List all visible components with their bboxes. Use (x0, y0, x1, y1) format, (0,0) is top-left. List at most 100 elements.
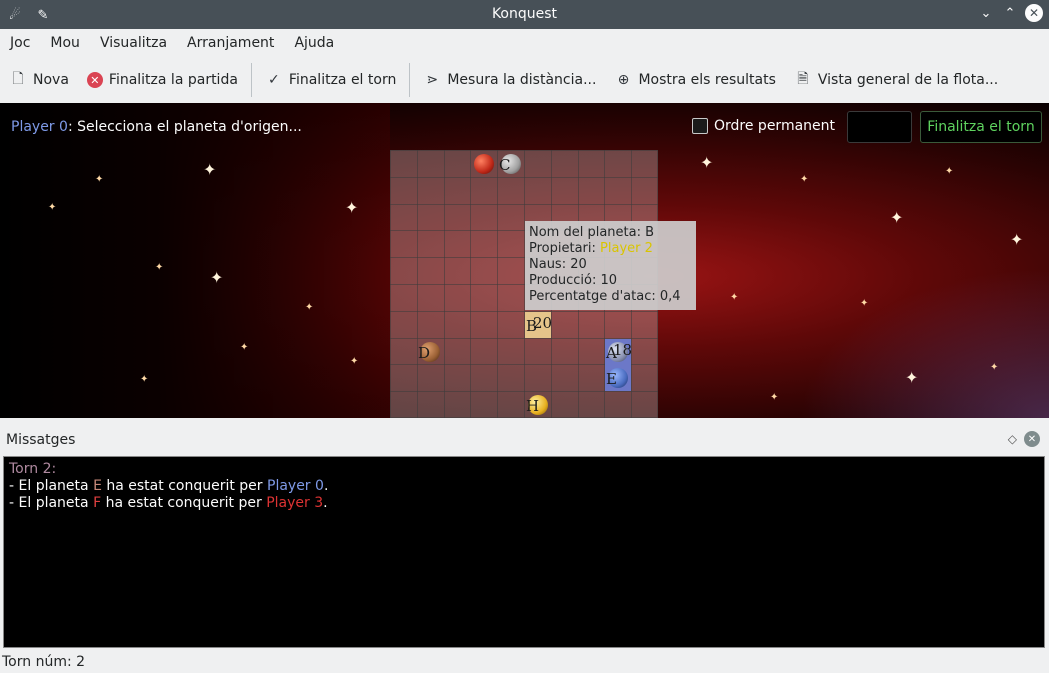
permanent-order-checkbox[interactable] (692, 118, 708, 134)
new-game-label: Nova (33, 72, 69, 88)
planet-b[interactable]: B 20 (525, 312, 553, 338)
star: ✦ (990, 362, 999, 373)
status-bar-turn: Torn núm: 2 (2, 654, 86, 670)
message-line: - El planeta F ha estat conquerit per Pl… (9, 495, 1039, 512)
message-text: - El planeta (9, 478, 94, 494)
float-dock-icon[interactable]: ◇ (1008, 432, 1017, 446)
measure-distance-button[interactable]: ⋗ Mesura la distància... (414, 63, 605, 97)
window-titlebar: ☄ ✎ Konquest ⌄ ⌃ ✕ (0, 0, 1049, 29)
planet-c[interactable]: C (498, 151, 524, 177)
grid-line (390, 204, 658, 205)
menu-ajuda[interactable]: Ajuda (284, 29, 344, 57)
tooltip-owner-label: Propietari: (529, 241, 601, 256)
end-turn-toolbar-button[interactable]: ✓ Finalitza el torn (256, 63, 405, 97)
star: ✦ (345, 198, 359, 217)
planet-h[interactable]: H (525, 392, 551, 418)
maximize-icon[interactable]: ⌃ (1001, 4, 1019, 22)
messages-dock-header: Missatges ◇ ✕ (0, 426, 1049, 454)
tooltip-planet-name: Nom del planeta: B (529, 225, 655, 240)
message-text: - El planeta (9, 495, 94, 511)
minimize-icon[interactable]: ⌄ (977, 4, 995, 22)
prompt-instruction: : Selecciona el planeta d'origen... (67, 119, 302, 135)
planet-name: D (418, 344, 431, 362)
star: ✦ (800, 174, 809, 185)
end-game-label: Finalitza la partida (108, 72, 238, 88)
close-dock-button[interactable]: ✕ (1024, 431, 1040, 447)
message-text: . (323, 478, 329, 494)
permanent-order-label: Ordre permanent (714, 118, 836, 134)
ships-count-input[interactable] (847, 111, 912, 143)
star: ✦ (1010, 230, 1024, 249)
star: ✦ (860, 298, 869, 309)
stop-icon: ✕ (86, 72, 103, 88)
planet-orb (474, 154, 494, 174)
tooltip-production: Producció: 10 (529, 273, 618, 288)
game-header: Player 0: Selecciona el planeta d'origen… (0, 103, 1049, 149)
end-turn-toolbar-label: Finalitza el torn (288, 72, 397, 88)
star: ✦ (730, 292, 739, 303)
planet-name: E (606, 370, 617, 388)
measure-distance-label: Mesura la distància... (447, 72, 597, 88)
toolbar-separator (250, 63, 252, 97)
star: ✦ (203, 160, 217, 179)
new-game-button[interactable]: 🗋 Nova (0, 63, 78, 97)
window-title: Konquest (491, 6, 558, 22)
message-text: ha estat conquerit per (101, 495, 267, 511)
planet-name: H (526, 397, 540, 415)
planet-d[interactable]: D (417, 339, 443, 365)
planet[interactable] (471, 151, 497, 177)
checkmark-icon: ✓ (268, 72, 280, 88)
star: ✦ (240, 342, 249, 353)
lifebuoy-icon: ⊕ (617, 72, 630, 88)
tooltip-attack: Percentatge d'atac: 0,4 (529, 289, 681, 304)
end-game-button[interactable]: ✕ Finalitza la partida (78, 63, 247, 97)
star: ✦ (48, 202, 57, 213)
menu-joc[interactable]: Joc (0, 29, 40, 57)
toolbar: 🗋 Nova ✕ Finalitza la partida ✓ Finalitz… (0, 57, 1049, 103)
message-turn-line: Torn 2: (9, 461, 57, 477)
close-window-button[interactable]: ✕ (1025, 4, 1043, 22)
star: ✦ (210, 268, 224, 287)
planet-e[interactable]: E (605, 365, 631, 391)
fleet-overview-button[interactable]: 🗎 Vista general de la flota... (785, 63, 1007, 97)
measure-icon: ⋗ (426, 72, 439, 88)
planet-a[interactable]: A 18 (605, 339, 633, 365)
star: ✦ (890, 208, 904, 227)
message-planet: E (93, 478, 102, 494)
planet-ships: 18 (613, 341, 633, 359)
grid-line (390, 391, 658, 392)
background-left (0, 103, 390, 418)
menubar: Joc Mou Visualitza Arranjament Ajuda (0, 29, 1049, 57)
message-text: ha estat conquerit per (101, 478, 267, 494)
end-turn-button[interactable]: Finalitza el torn (920, 111, 1042, 143)
fleet-overview-label: Vista general de la flota... (817, 72, 999, 88)
show-results-button[interactable]: ⊕ Mostra els resultats (605, 63, 784, 97)
tooltip-ships: Naus: 20 (529, 257, 587, 272)
messages-log[interactable]: Torn 2: - El planeta E ha estat conqueri… (3, 456, 1045, 648)
background-right (799, 268, 1049, 418)
turn-prompt: Player 0: Selecciona el planeta d'origen… (11, 119, 302, 135)
messages-title: Missatges (6, 432, 76, 448)
star: ✦ (945, 166, 954, 177)
current-player: Player 0 (11, 119, 68, 135)
star: ✦ (305, 302, 314, 313)
grid-line (390, 177, 658, 178)
new-document-icon: 🗋 (12, 71, 24, 87)
star: ✦ (350, 356, 359, 367)
message-text: . (323, 495, 328, 511)
planet-ships: 20 (533, 314, 553, 332)
grid-line (390, 417, 658, 418)
show-results-label: Mostra els resultats (638, 72, 776, 88)
menu-visualitza[interactable]: Visualitza (90, 29, 177, 57)
menu-mou[interactable]: Mou (40, 29, 90, 57)
menu-arranjament[interactable]: Arranjament (177, 29, 284, 57)
star: ✦ (700, 153, 714, 172)
tooltip-owner-value: Player 2 (600, 241, 653, 256)
tooltip-owner: Propietari: Player 2 (529, 241, 696, 257)
permanent-order-toggle[interactable]: Ordre permanent (692, 118, 835, 134)
star: ✦ (140, 374, 149, 385)
planet-tooltip: Nom del planeta: B Propietari: Player 2 … (525, 221, 696, 310)
message-player: Player 3 (266, 495, 324, 511)
fleet-document-icon: 🗎 (797, 71, 809, 87)
grid-line (390, 150, 658, 151)
